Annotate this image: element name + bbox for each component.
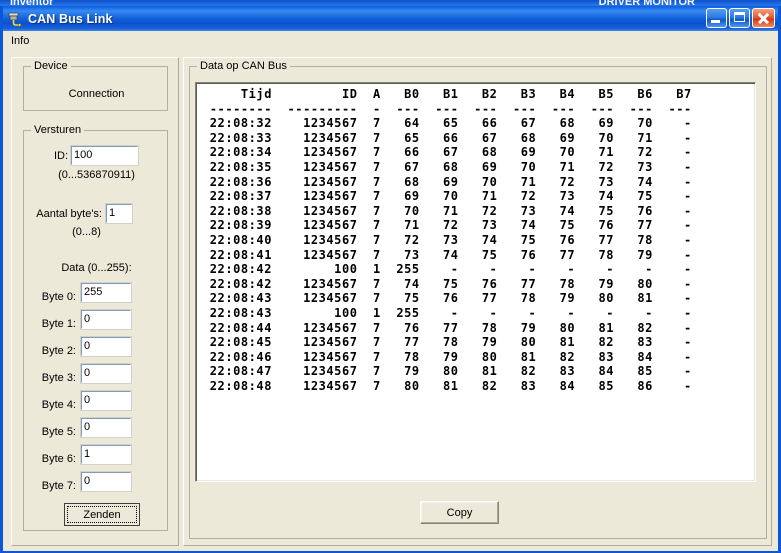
id-range-label: (0...536870911) (58, 169, 135, 181)
byte-1-input[interactable]: 0 (80, 309, 132, 330)
byte-count-input[interactable]: 1 (105, 203, 133, 224)
maximize-button[interactable] (729, 8, 750, 28)
focus-rectangle (67, 506, 137, 523)
id-label: ID: (53, 150, 68, 162)
byte-0-input[interactable]: 255 (80, 282, 132, 303)
byte-4-label: Byte 4: (41, 399, 76, 411)
byte-1-label: Byte 1: (41, 318, 76, 330)
data-range-label: Data (0...255): (61, 262, 132, 274)
copy-button-label: Copy (446, 506, 473, 519)
menu-bar: Info (3, 31, 778, 51)
window-title: CAN Bus Link (28, 11, 113, 26)
data-panel: Data op CAN Bus Tijd ID A B0 B1 B2 B3 B4… (183, 57, 772, 546)
id-input[interactable]: 100 (70, 145, 139, 166)
title-bar[interactable]: CAN Bus Link (3, 6, 778, 31)
device-group-caption: Device (31, 60, 71, 72)
byte-3-input[interactable]: 0 (80, 363, 132, 384)
window-buttons (706, 8, 775, 28)
versturen-groupbox: Versturen ID: 100 (0...536870911) Aantal… (23, 124, 168, 531)
byte-7-input[interactable]: 0 (80, 471, 132, 492)
byte-count-label: Aantal byte's: (36, 208, 102, 220)
byte-6-label: Byte 6: (41, 453, 76, 465)
device-groupbox: Device Connection (23, 60, 168, 111)
byte-7-label: Byte 7: (41, 480, 76, 492)
can-bus-link-window: CAN Bus Link Info Device Connection Vers… (0, 6, 781, 553)
byte-4-input[interactable]: 0 (80, 390, 132, 411)
byte-0-label: Byte 0: (41, 291, 76, 303)
connection-label: Connection (68, 88, 125, 100)
byte-5-label: Byte 5: (41, 426, 76, 438)
client-area: Device Connection Versturen ID: 100 (0..… (3, 51, 778, 551)
copy-button[interactable]: Copy (420, 501, 499, 524)
minimize-button[interactable] (706, 8, 727, 28)
byte-3-label: Byte 3: (41, 372, 76, 384)
data-group-caption: Data op CAN Bus (197, 60, 290, 72)
can-bus-data-listbox[interactable]: Tijd ID A B0 B1 B2 B3 B4 B5 B6 B7 ------… (195, 82, 756, 482)
byte-2-input[interactable]: 0 (80, 336, 132, 357)
plug-connector-icon (8, 12, 22, 27)
byte-count-range-label: (0...8) (72, 226, 101, 238)
menu-item-info[interactable]: Info (6, 33, 35, 49)
sidebar-panel: Device Connection Versturen ID: 100 (0..… (11, 57, 179, 546)
close-button[interactable] (752, 8, 775, 28)
zenden-button[interactable]: Zenden (64, 503, 140, 526)
versturen-group-caption: Versturen (31, 124, 85, 136)
byte-2-label: Byte 2: (41, 345, 76, 357)
byte-6-input[interactable]: 1 (80, 444, 132, 465)
data-op-can-bus-groupbox: Data op CAN Bus Tijd ID A B0 B1 B2 B3 B4… (189, 60, 767, 539)
byte-5-input[interactable]: 0 (80, 417, 132, 438)
can-bus-data-text: Tijd ID A B0 B1 B2 B3 B4 B5 B6 B7 ------… (209, 87, 692, 393)
